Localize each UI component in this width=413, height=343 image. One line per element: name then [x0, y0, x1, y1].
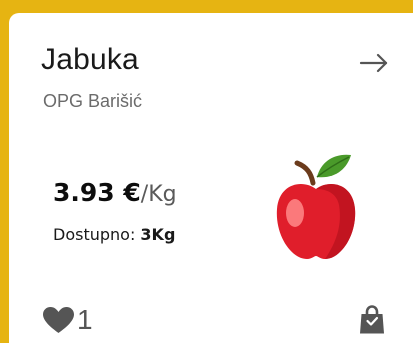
price: 3.93 €/Kg [53, 178, 177, 207]
apple-icon [276, 154, 356, 259]
shopping-bag-icon[interactable] [359, 305, 385, 335]
producer-name: OPG Barišić [43, 91, 143, 111]
product-title: Jabuka [41, 43, 139, 76]
product-card[interactable]: Jabuka OPG Barišić 3.93 €/Kg Dostupno: 3… [9, 13, 413, 343]
price-unit: /Kg [140, 182, 177, 207]
card-frame: Jabuka OPG Barišić 3.93 €/Kg Dostupno: 3… [0, 0, 413, 343]
like-count: 1 [77, 304, 93, 335]
availability: Dostupno: 3Kg [53, 225, 175, 244]
price-amount: 3.93 € [53, 178, 141, 207]
heart-icon [43, 307, 74, 333]
availability-label: Dostupno: [53, 225, 141, 244]
like-button[interactable]: 1 [42, 303, 93, 337]
availability-quantity: 3Kg [140, 225, 176, 244]
arrow-right-icon[interactable] [359, 53, 389, 73]
